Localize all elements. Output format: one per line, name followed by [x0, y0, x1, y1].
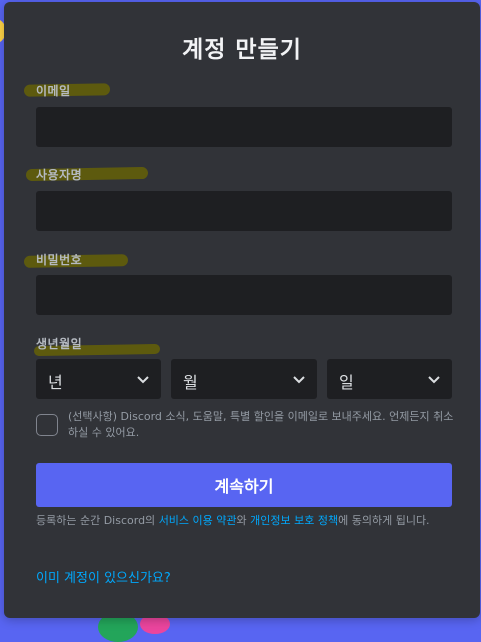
day-select[interactable]: 일: [327, 359, 452, 399]
continue-button[interactable]: 계속하기: [36, 463, 452, 507]
register-card: 계정 만들기 이메일 사용자명 비밀번호 생년월일 년 월 일 (선택사항) D…: [4, 2, 480, 618]
email-field[interactable]: [36, 107, 452, 147]
password-label: 비밀번호: [36, 253, 83, 267]
month-select[interactable]: 월: [171, 359, 317, 399]
page-title: 계정 만들기: [182, 37, 302, 63]
month-placeholder: 월: [183, 373, 198, 392]
email-opt-in-text: (선택사항) Discord 소식, 도움말, 특별 할인을 이메일로 보내주세…: [68, 410, 454, 439]
legal-suffix: 에 동의하게 됩니다.: [338, 514, 430, 527]
username-field[interactable]: [36, 191, 452, 231]
terms-of-service-link[interactable]: 서비스 이용 약관: [159, 514, 237, 527]
day-placeholder: 일: [339, 373, 354, 392]
login-link[interactable]: 이미 계정이 있으신가요?: [36, 567, 171, 586]
chevron-down-icon: [293, 376, 305, 384]
legal-prefix: 등록하는 순간 Discord의: [36, 514, 159, 527]
chevron-down-icon: [428, 376, 440, 384]
year-select[interactable]: 년: [36, 359, 161, 399]
chevron-down-icon: [137, 376, 149, 384]
username-label: 사용자명: [36, 168, 83, 182]
password-field[interactable]: [36, 275, 452, 315]
birthdate-label: 생년월일: [36, 337, 83, 351]
email-label: 이메일: [36, 84, 71, 98]
year-placeholder: 년: [48, 373, 63, 392]
email-opt-in-checkbox[interactable]: [36, 414, 58, 436]
legal-notice: 등록하는 순간 Discord의 서비스 이용 약관와 개인정보 보호 정책에 …: [36, 513, 456, 529]
legal-middle: 와: [236, 514, 251, 527]
privacy-policy-link[interactable]: 개인정보 보호 정책: [250, 514, 338, 527]
